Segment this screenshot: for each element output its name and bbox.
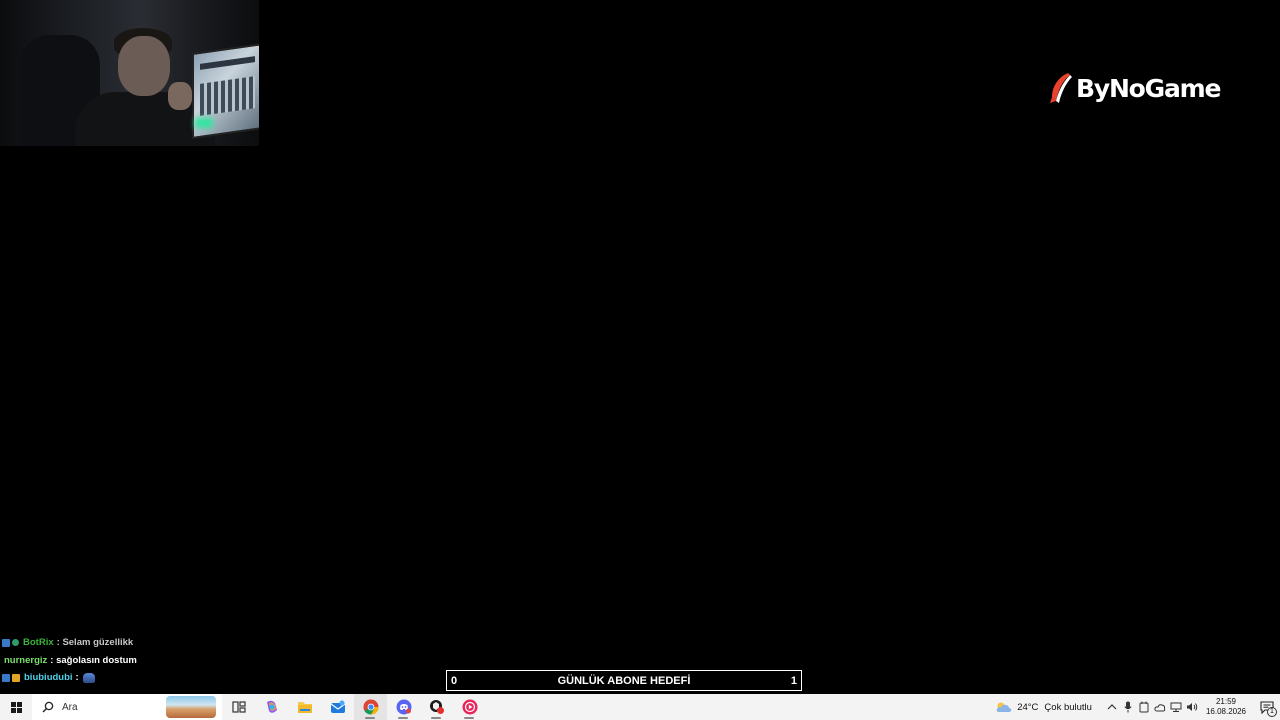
microphone-icon [1124, 701, 1132, 713]
mail-icon [330, 700, 345, 713]
network-icon [1170, 702, 1182, 712]
chrome-button[interactable] [354, 694, 387, 720]
media-player-button[interactable] [453, 694, 486, 720]
windows-icon [10, 701, 22, 713]
chrome-icon [363, 699, 378, 715]
brand-logo: ByNoGame [1048, 68, 1221, 108]
weather-temperature: 24°C [1017, 701, 1039, 713]
badge-icon [12, 673, 20, 682]
search-placeholder: Ara [62, 701, 78, 713]
search-box[interactable]: Ara [32, 694, 222, 720]
clock-date: 16.08.2026 [1205, 707, 1246, 716]
network-button[interactable] [1168, 694, 1184, 720]
file-explorer-button[interactable] [288, 694, 321, 720]
app-red-icon [429, 700, 444, 714]
taskbar: Ara 24°C Çok bulutlu 21:59 16.08.2026 1 [0, 694, 1280, 720]
search-icon [38, 694, 58, 720]
stream-chat: BotRix : Selam güzellikk nurnergiz : sağ… [2, 634, 302, 687]
chat-message: BotRix : Selam güzellikk [2, 634, 302, 652]
search-highlight-image [166, 696, 216, 718]
weather-condition: Çok bulutlu [1044, 701, 1092, 713]
chat-text: : [75, 672, 79, 684]
speaker-icon [1186, 703, 1198, 711]
chat-username: nurnergiz [4, 654, 48, 666]
file-explorer-icon [297, 702, 312, 713]
volume-button[interactable] [1184, 694, 1200, 720]
sync-cloud-icon [1154, 704, 1166, 712]
tray-app-icon [1139, 701, 1149, 713]
show-hidden-icons-button[interactable] [1104, 694, 1120, 720]
clock[interactable]: 21:59 16.08.2026 [1206, 697, 1246, 717]
app-button[interactable] [420, 694, 453, 720]
notification-count: 1 [1267, 707, 1277, 717]
chat-text: : sağolasın dostum [50, 654, 137, 666]
copilot-button[interactable] [255, 694, 288, 720]
chat-message: nurnergiz : sağolasın dostum [2, 652, 302, 670]
system-tray: 24°C Çok bulutlu 21:59 16.08.2026 1 [995, 694, 1280, 720]
copilot-icon [266, 700, 277, 713]
chat-username: BotRix [23, 637, 54, 649]
tray-app-button[interactable] [1136, 694, 1152, 720]
notification-center-button[interactable]: 1 [1254, 694, 1280, 720]
badge-icon [12, 639, 19, 647]
discord-icon [396, 699, 411, 715]
task-view-icon [231, 701, 246, 713]
webcam-feed [0, 0, 259, 146]
chevron-up-icon [1107, 704, 1117, 710]
emote-icon [82, 672, 95, 683]
cloud-icon [995, 701, 1013, 713]
subscriber-goal-bar: 0 GÜNLÜK ABONE HEDEFİ 1 [446, 670, 802, 691]
badge-icon [2, 673, 10, 682]
discord-button[interactable] [387, 694, 420, 720]
weather-widget[interactable]: 24°C Çok bulutlu [995, 701, 1092, 713]
media-player-icon [462, 699, 477, 715]
task-view-button[interactable] [222, 694, 255, 720]
brand-feather-icon [1048, 71, 1074, 105]
goal-title: GÜNLÜK ABONE HEDEFİ [557, 674, 691, 687]
onedrive-button[interactable] [1152, 694, 1168, 720]
chat-text: : Selam güzellikk [56, 637, 134, 649]
brand-name: ByNoGame [1076, 73, 1221, 103]
chat-message: biubiudubi : [2, 669, 302, 687]
goal-current: 0 [451, 674, 458, 687]
badge-icon [2, 638, 10, 647]
goal-target: 1 [790, 674, 797, 687]
mail-button[interactable] [321, 694, 354, 720]
chat-username: biubiudubi [24, 672, 73, 684]
start-button[interactable] [0, 694, 32, 720]
clock-time: 21:59 [1215, 697, 1236, 706]
microphone-button[interactable] [1120, 694, 1136, 720]
